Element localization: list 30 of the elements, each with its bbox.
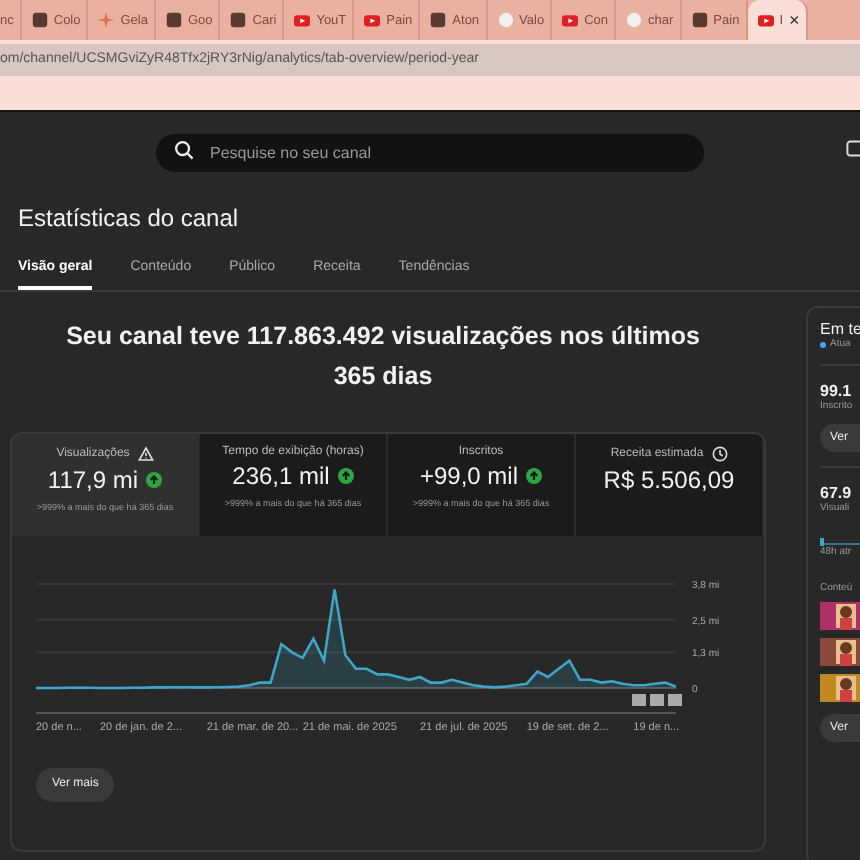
play-icon xyxy=(364,12,381,28)
warning-icon xyxy=(137,446,154,462)
clock-icon xyxy=(711,446,728,462)
square-icon xyxy=(230,12,247,28)
up-arrow-icon xyxy=(337,468,354,484)
square-icon xyxy=(165,12,182,28)
metric-value: 236,1 mil xyxy=(232,462,330,490)
circle-icon xyxy=(626,12,643,28)
play-icon xyxy=(562,12,579,28)
star-icon xyxy=(98,12,115,28)
square-icon xyxy=(691,12,708,28)
page-title: Estatísticas do canal xyxy=(16,202,241,236)
live-dot-icon xyxy=(820,341,826,347)
search-icon xyxy=(174,140,194,160)
up-arrow-icon xyxy=(146,472,163,488)
headline: Seu canal teve 117.863.492 visualizações nos últimos 365 dias xyxy=(64,320,702,394)
mini-bar-chart xyxy=(820,538,860,546)
square-icon xyxy=(430,12,447,28)
up-arrow-icon xyxy=(526,468,543,484)
metric-value: +99,0 mil xyxy=(419,462,519,490)
close-tab-button[interactable]: × xyxy=(789,10,800,30)
metric-value: 117,9 mi xyxy=(47,466,139,494)
metric-value: R$ 5.506,09 xyxy=(603,466,735,494)
search-field[interactable]: Pesquise no seu canal xyxy=(156,133,704,171)
play-icon xyxy=(757,12,774,28)
metric-value: 67.9 xyxy=(820,484,854,502)
square-icon xyxy=(31,12,48,28)
circle-icon xyxy=(497,12,514,28)
play-icon xyxy=(294,12,311,28)
metric-value: 99.1 xyxy=(820,382,854,400)
